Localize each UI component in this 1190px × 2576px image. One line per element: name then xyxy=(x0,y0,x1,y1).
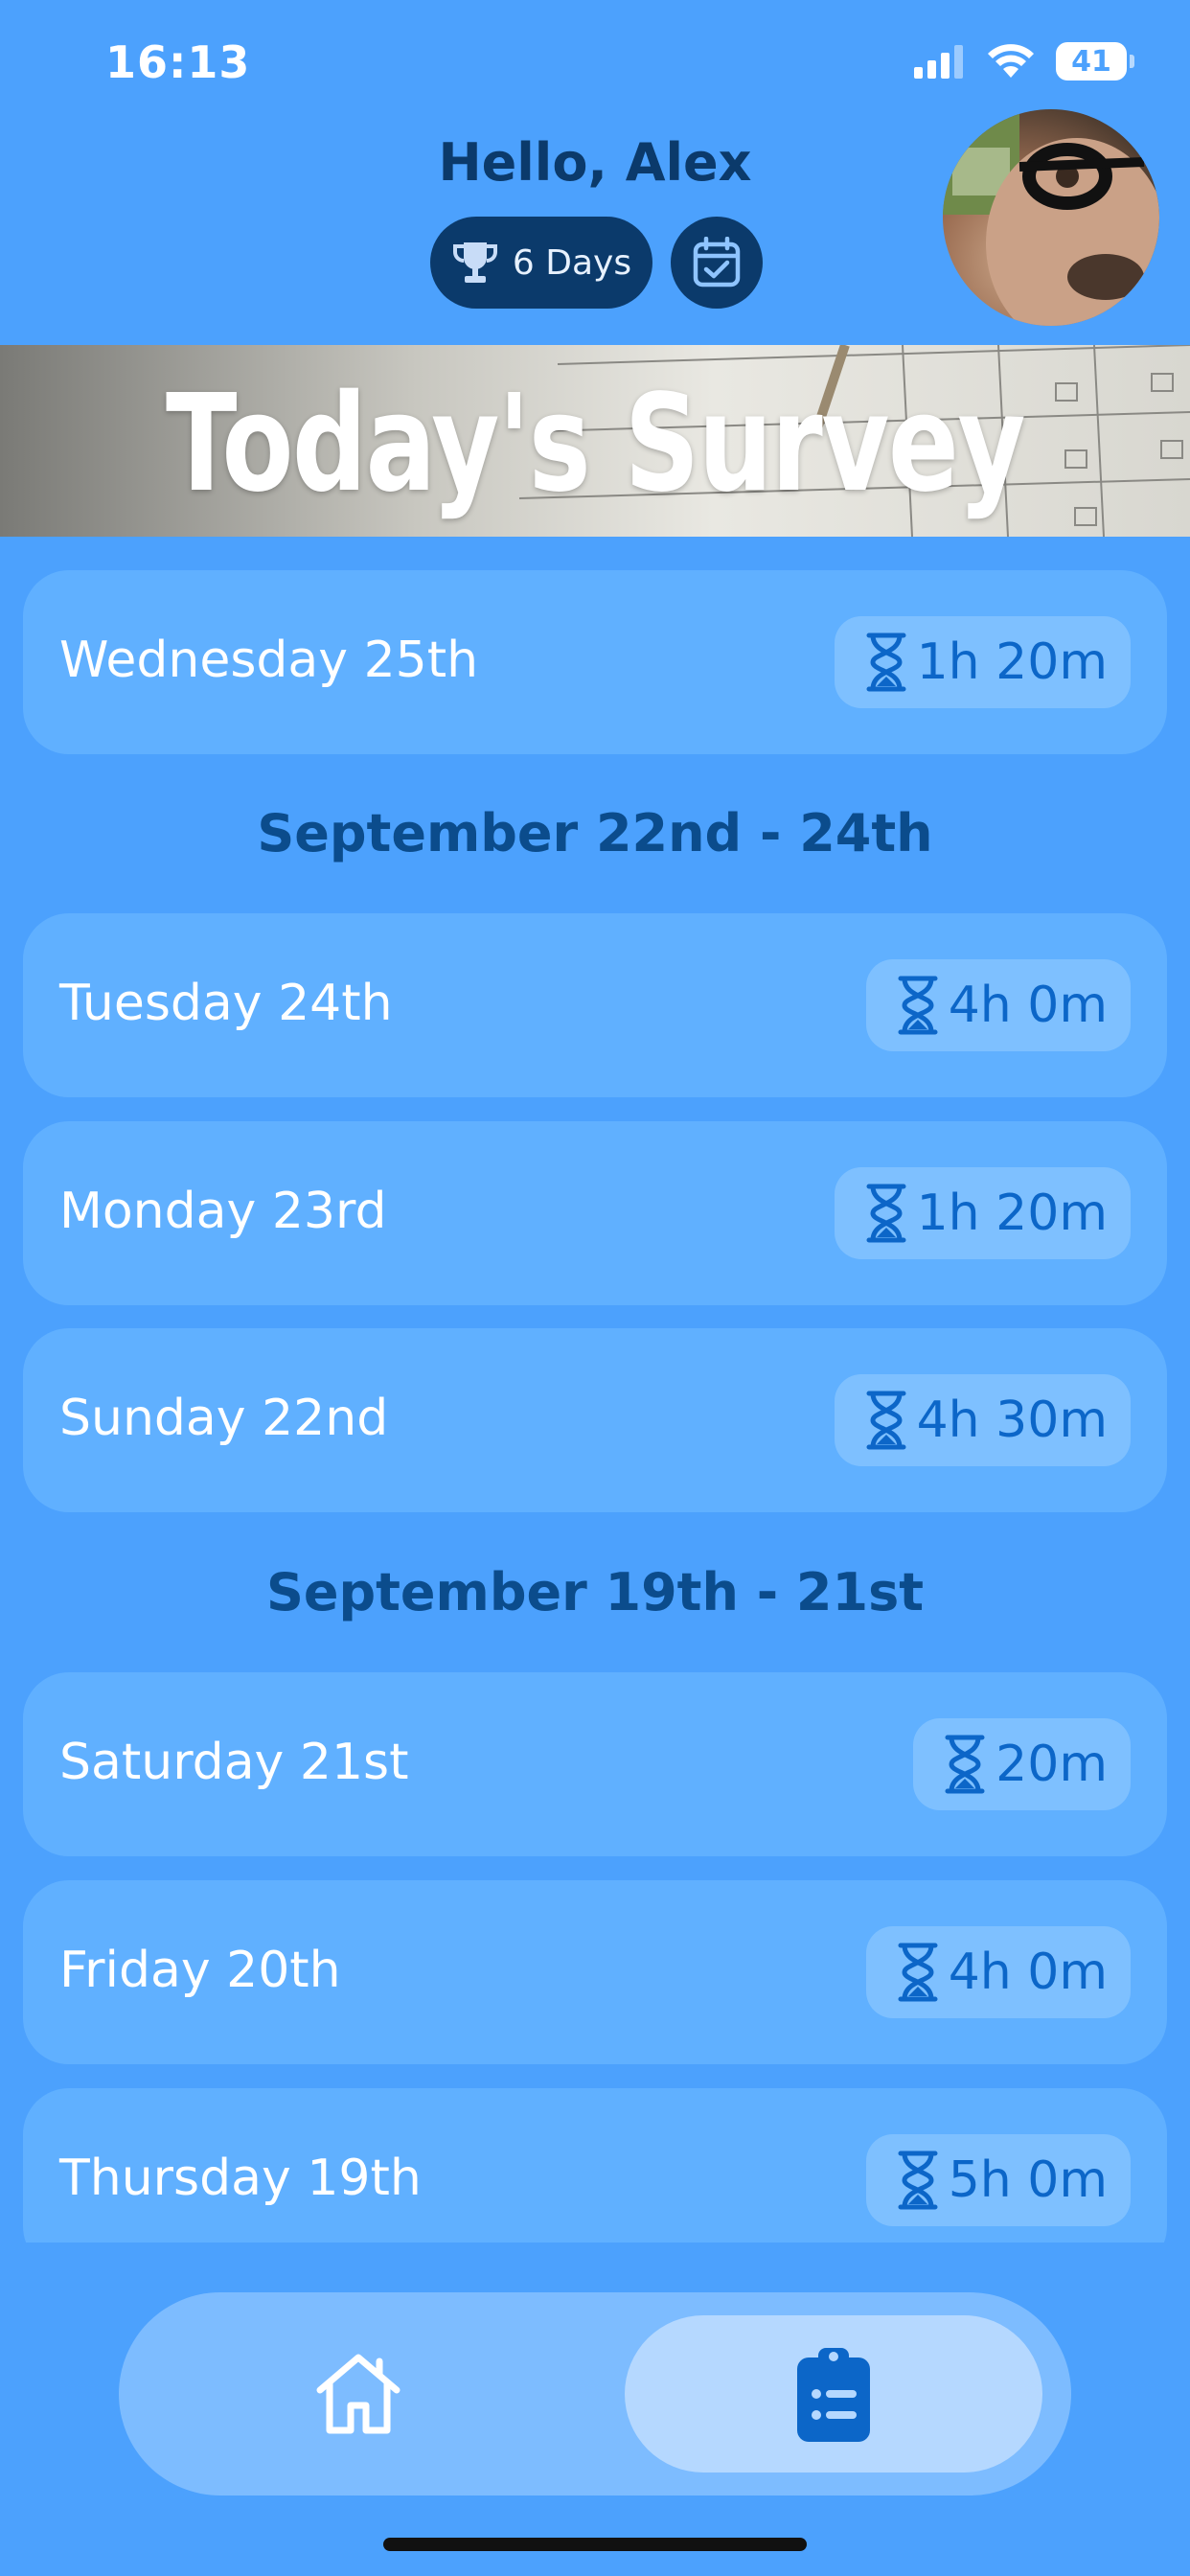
list-item[interactable]: Thursday 19th 5h 0m xyxy=(23,2088,1167,2242)
list-item[interactable]: Friday 20th 4h 0m xyxy=(23,1880,1167,2064)
nav-survey-button[interactable] xyxy=(625,2315,1042,2472)
list-item[interactable]: Tuesday 24th 4h 0m xyxy=(23,913,1167,1097)
list-item-label: Monday 23rd xyxy=(59,1183,387,1240)
hourglass-icon xyxy=(866,1391,906,1450)
duration-badge: 4h 30m xyxy=(834,1374,1131,1466)
battery-icon: 41 xyxy=(1056,42,1134,80)
hourglass-icon xyxy=(945,1735,985,1794)
todays-survey-banner[interactable]: Today's Survey xyxy=(0,345,1190,537)
survey-history-list[interactable]: Wednesday 25th 1h 20m September 22nd - 2… xyxy=(0,537,1190,2242)
home-indicator[interactable] xyxy=(383,2538,807,2551)
bottom-nav xyxy=(119,2292,1071,2496)
status-bar: 16:13 41 xyxy=(0,0,1190,125)
list-item[interactable]: Sunday 22nd 4h 30m xyxy=(23,1328,1167,1512)
list-item[interactable]: Wednesday 25th 1h 20m xyxy=(23,570,1167,754)
hourglass-icon xyxy=(866,1184,906,1243)
list-item-label: Tuesday 24th xyxy=(59,975,393,1032)
duration-value: 1h 20m xyxy=(916,1184,1108,1242)
duration-badge: 5h 0m xyxy=(865,2134,1131,2226)
list-item-label: Wednesday 25th xyxy=(59,632,479,689)
list-item-label: Sunday 22nd xyxy=(59,1390,389,1447)
list-item-label: Saturday 21st xyxy=(59,1734,409,1791)
home-icon xyxy=(316,2354,400,2434)
status-icons: 41 xyxy=(914,42,1134,80)
duration-badge: 20m xyxy=(913,1718,1131,1810)
duration-badge: 1h 20m xyxy=(834,1167,1131,1259)
calendar-button[interactable] xyxy=(671,217,763,309)
duration-value: 4h 0m xyxy=(948,1944,1108,2001)
wifi-icon xyxy=(988,44,1034,78)
duration-badge: 4h 0m xyxy=(865,1926,1131,2018)
profile-photo xyxy=(943,109,1159,326)
avatar[interactable] xyxy=(943,109,1159,326)
streak-label: 6 Days xyxy=(512,242,632,283)
hourglass-icon xyxy=(898,2150,938,2210)
duration-badge: 4h 0m xyxy=(865,959,1131,1051)
battery-level: 41 xyxy=(1071,44,1111,79)
calendar-check-icon xyxy=(693,237,741,288)
section-title: September 19th - 21st xyxy=(265,1562,925,1622)
duration-value: 1h 20m xyxy=(916,633,1108,691)
hourglass-icon xyxy=(866,632,906,692)
duration-value: 4h 0m xyxy=(948,977,1108,1034)
list-item-label: Friday 20th xyxy=(59,1942,341,1999)
banner-title: Today's Survey xyxy=(166,366,1026,522)
duration-value: 20m xyxy=(995,1736,1108,1793)
cellular-signal-icon xyxy=(914,45,963,79)
duration-badge: 1h 20m xyxy=(834,616,1131,708)
clipboard-list-icon xyxy=(797,2348,870,2442)
duration-value: 4h 30m xyxy=(916,1392,1108,1449)
nav-home-button[interactable] xyxy=(119,2292,598,2496)
streak-badge[interactable]: 6 Days xyxy=(430,217,652,309)
hourglass-icon xyxy=(898,1943,938,2002)
section-title: September 22nd - 24th xyxy=(257,803,933,863)
list-item[interactable]: Saturday 21st 20m xyxy=(23,1672,1167,1856)
trophy-icon xyxy=(452,242,497,283)
list-item[interactable]: Monday 23rd 1h 20m xyxy=(23,1121,1167,1305)
hourglass-icon xyxy=(898,976,938,1035)
status-time: 16:13 xyxy=(105,36,251,88)
list-item-label: Thursday 19th xyxy=(59,2150,422,2207)
duration-value: 5h 0m xyxy=(948,2151,1108,2209)
